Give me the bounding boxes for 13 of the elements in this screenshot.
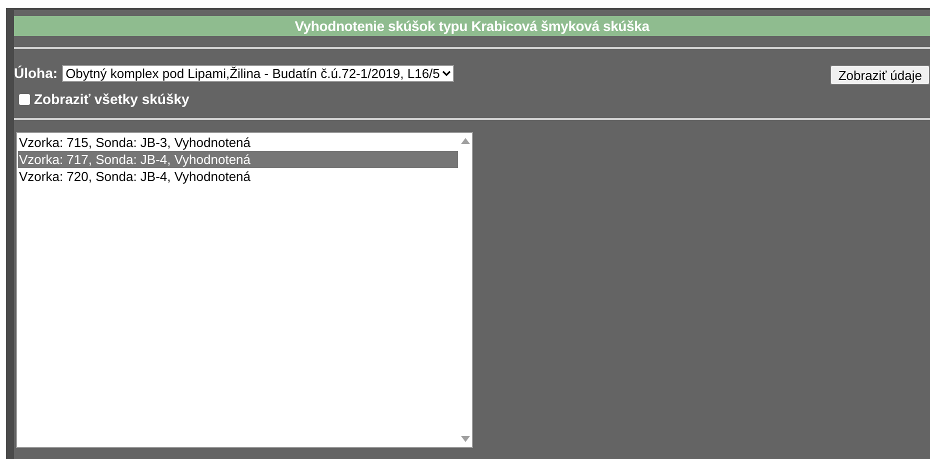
show-all-label: Zobraziť všetky skúšky: [34, 90, 190, 109]
sample-list[interactable]: Vzorka: 715, Sonda: JB-3, Vyhodnotená Vzorka: 717, Sonda: JB-4, Vyhodnotená Vzorka: 720, Sonda: JB-4, Vyhodnotená: [16, 132, 473, 448]
scroll-up-icon[interactable]: [460, 138, 470, 144]
sample-item[interactable]: Vzorka: 715, Sonda: JB-3, Vyhodnotená: [18, 134, 458, 151]
scroll-down-icon[interactable]: [460, 436, 470, 442]
show-all-checkbox[interactable]: [19, 94, 30, 105]
chevron-down-icon: [442, 70, 451, 77]
show-data-button[interactable]: Zobraziť údaje: [830, 65, 930, 85]
page-title: Vyhodnotenie skúšok typu Krabicová šmyková skúška: [294, 16, 650, 36]
sample-item[interactable]: Vzorka: 720, Sonda: JB-4, Vyhodnotená: [18, 168, 458, 185]
sample-item[interactable]: Vzorka: 717, Sonda: JB-4, Vyhodnotená: [18, 151, 458, 168]
task-label: Úloha:: [14, 64, 58, 83]
task-select[interactable]: Obytný komplex pod Lipami,Žilina - Budatín č.ú.72-1/2019, L16/5: [62, 65, 454, 82]
